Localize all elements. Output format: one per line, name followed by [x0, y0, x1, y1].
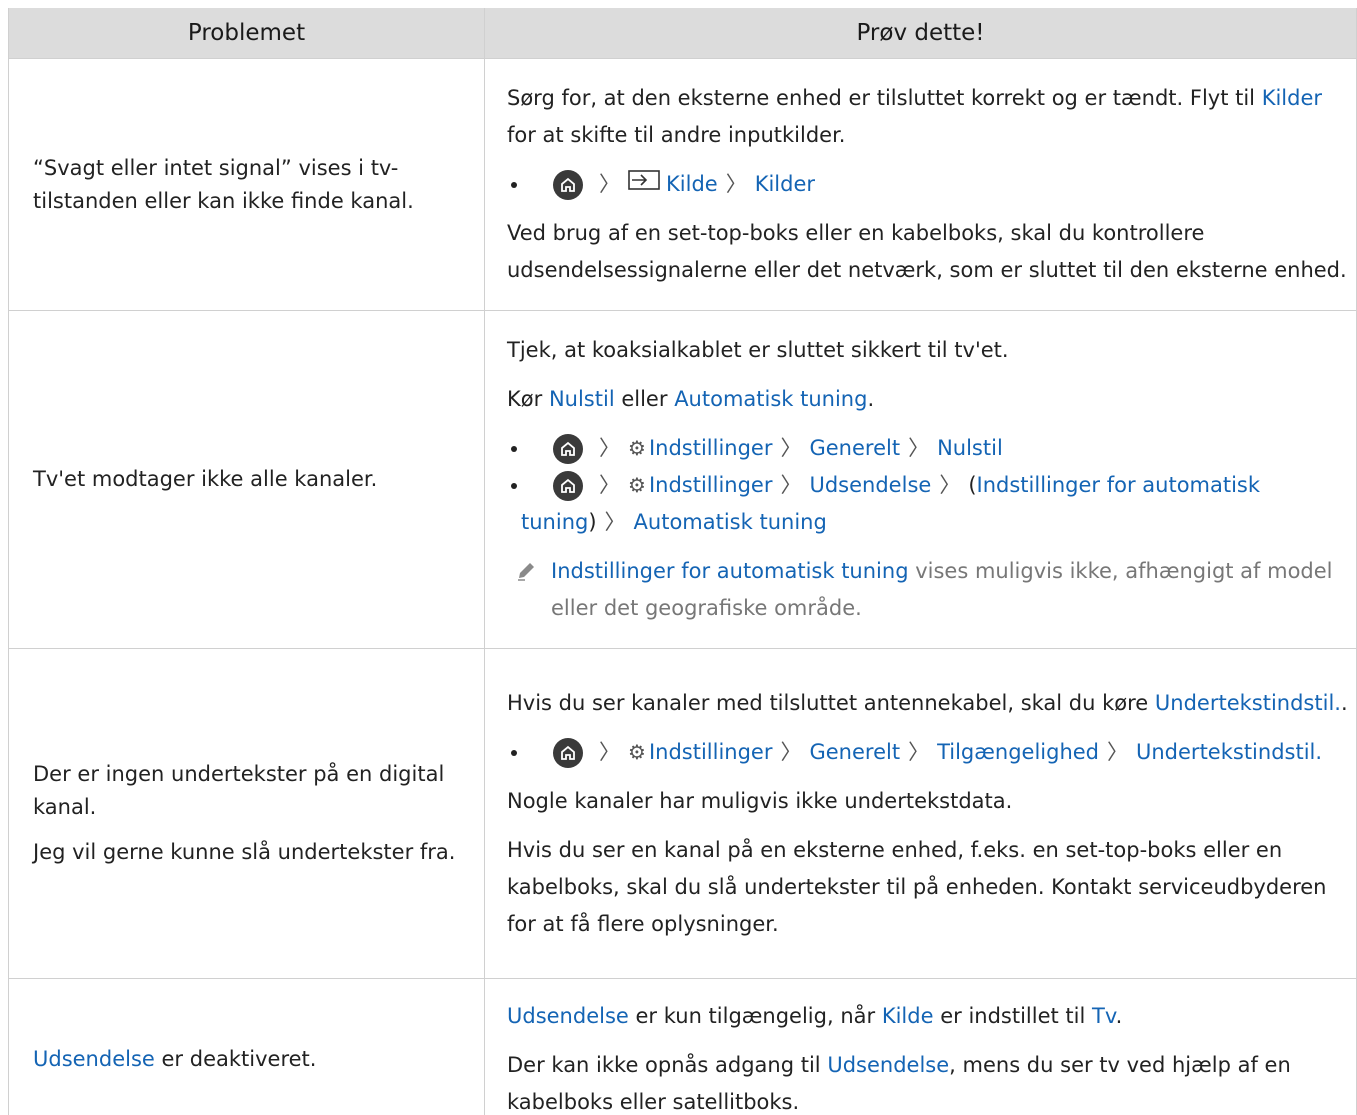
solution-paragraph: Udsendelse er kun tilgængelig, når Kilde…	[507, 1003, 1123, 1028]
header-problem: Problemet	[9, 8, 485, 58]
chevron-right-icon: 〉	[908, 436, 930, 460]
link-indstillinger[interactable]: Indstillinger	[649, 473, 773, 497]
menu-path: 〉 ⚙ Indstillinger 〉 Udsendelse 〉 (Indstillinge…	[507, 467, 1356, 541]
problem-text: Der er ingen undertekster på en digital …	[33, 762, 445, 819]
link-generelt[interactable]: Generelt	[809, 436, 900, 460]
gear-icon: ⚙	[628, 739, 646, 764]
link-automatisk-tuning[interactable]: Automatisk tuning	[674, 387, 867, 411]
source-icon	[628, 166, 660, 203]
link-auto-tuning-settings[interactable]: Indstillinger for automatisk tuning	[551, 559, 909, 583]
chevron-right-icon: 〉	[599, 171, 620, 196]
link-udsendelse[interactable]: Udsendelse	[809, 473, 931, 497]
chevron-right-icon: 〉	[725, 171, 747, 196]
problem-text: Tv'et modtager ikke alle kanaler.	[33, 467, 378, 491]
problem-cell: Der er ingen undertekster på en digital …	[9, 649, 485, 978]
gear-icon: ⚙	[628, 436, 646, 460]
link-indstillinger[interactable]: Indstillinger	[649, 436, 773, 460]
home-icon	[553, 471, 583, 501]
pencil-icon	[507, 553, 551, 627]
home-icon	[553, 434, 583, 464]
link-kilder[interactable]: Kilder	[1262, 86, 1322, 110]
home-icon	[553, 737, 583, 768]
chevron-right-icon: 〉	[939, 473, 961, 497]
troubleshooting-table: Problemet Prøv dette! “Svagt eller intet…	[8, 8, 1357, 1115]
solution-paragraph: Nogle kanaler har muligvis ikke undertek…	[507, 788, 1013, 813]
link-tilgaengelighed[interactable]: Tilgængelighed	[937, 740, 1099, 764]
solution-paragraph: Ved brug af en set-top-boks eller en kab…	[507, 221, 1347, 283]
chevron-right-icon: 〉	[599, 436, 620, 460]
chevron-right-icon: 〉	[1107, 739, 1128, 764]
problem-cell: “Svagt eller intet signal” vises i tv-ti…	[9, 59, 485, 310]
chevron-right-icon: 〉	[604, 510, 626, 534]
link-udsendelse[interactable]: Udsendelse	[827, 1053, 949, 1077]
link-nulstil[interactable]: Nulstil	[937, 436, 1003, 460]
chevron-right-icon: 〉	[780, 473, 802, 497]
solution-paragraph: Tjek, at koaksialkablet er sluttet sikke…	[507, 338, 1009, 362]
table-header: Problemet Prøv dette!	[9, 8, 1356, 59]
gear-icon: ⚙	[628, 473, 646, 497]
solution-paragraph: Kør Nulstil eller Automatisk tuning.	[507, 387, 875, 411]
chevron-right-icon: 〉	[599, 473, 620, 497]
chevron-right-icon: 〉	[599, 739, 620, 764]
link-udsendelse[interactable]: Udsendelse	[33, 1047, 155, 1071]
solution-cell: Tjek, at koaksialkablet er sluttet sikke…	[485, 311, 1356, 648]
menu-path: 〉 ⚙ Indstillinger 〉 Generelt 〉 Tilgængelighed 〉…	[507, 734, 1356, 771]
link-automatisk-tuning[interactable]: Automatisk tuning	[634, 510, 827, 534]
problem-text: Udsendelse er deaktiveret.	[33, 1046, 317, 1071]
menu-path: 〉 ⚙ Indstillinger 〉 Generelt 〉 Nulstil	[507, 430, 1356, 467]
problem-text: “Svagt eller intet signal” vises i tv-ti…	[33, 155, 414, 213]
solution-cell: Udsendelse er kun tilgængelig, når Kilde…	[485, 979, 1356, 1115]
link-undertekstindstil[interactable]: Undertekstindstil.	[1155, 691, 1341, 715]
solution-cell: Sørg for, at den eksterne enhed er tilsl…	[485, 59, 1356, 310]
link-indstillinger[interactable]: Indstillinger	[649, 740, 773, 764]
problem-cell: Udsendelse er deaktiveret.	[9, 979, 485, 1115]
home-icon	[553, 169, 583, 200]
header-solution: Prøv dette!	[856, 20, 985, 46]
table-row: Der er ingen undertekster på en digital …	[9, 649, 1356, 979]
link-udsendelse[interactable]: Udsendelse	[507, 1004, 629, 1028]
link-kilde[interactable]: Kilde	[882, 1004, 934, 1028]
solution-paragraph: Hvis du ser kanaler med tilsluttet anten…	[507, 690, 1348, 715]
table-row: Udsendelse er deaktiveret. Udsendelse er…	[9, 979, 1356, 1115]
note: Indstillinger for automatisk tuning vise…	[507, 553, 1356, 627]
table-row: Tv'et modtager ikke alle kanaler. Tjek, …	[9, 311, 1356, 649]
solution-cell: Hvis du ser kanaler med tilsluttet anten…	[485, 649, 1356, 978]
menu-path: 〉 Kilde 〉 Kilder	[507, 166, 1356, 204]
problem-cell: Tv'et modtager ikke alle kanaler.	[9, 311, 485, 648]
chevron-right-icon: 〉	[908, 739, 930, 764]
table-row: “Svagt eller intet signal” vises i tv-ti…	[9, 59, 1356, 311]
link-nulstil[interactable]: Nulstil	[549, 387, 615, 411]
chevron-right-icon: 〉	[780, 436, 802, 460]
link-undertekstindstil[interactable]: Undertekstindstil.	[1136, 740, 1322, 764]
solution-paragraph: Der kan ikke opnås adgang til Udsendelse…	[507, 1052, 1291, 1114]
link-tv[interactable]: Tv	[1092, 1004, 1116, 1028]
chevron-right-icon: 〉	[780, 739, 802, 764]
solution-paragraph: Sørg for, at den eksterne enhed er tilsl…	[507, 85, 1323, 147]
link-kilde[interactable]: Kilde	[666, 172, 718, 196]
solution-paragraph: Hvis du ser en kanal på en eksterne enhe…	[507, 837, 1327, 936]
link-generelt[interactable]: Generelt	[809, 740, 900, 764]
problem-text: Jeg vil gerne kunne slå undertekster fra…	[33, 840, 456, 864]
link-kilder[interactable]: Kilder	[755, 172, 815, 196]
